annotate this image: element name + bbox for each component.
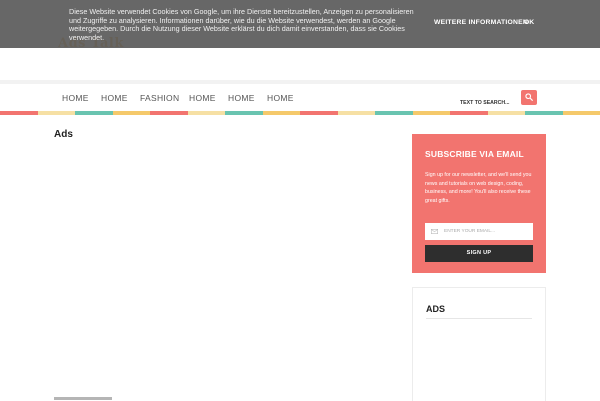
- cookie-ok-button[interactable]: OK: [524, 19, 534, 26]
- nav-item-fashion[interactable]: FASHION: [140, 93, 179, 103]
- stripe-segment: [150, 111, 188, 115]
- cookie-more-info-link[interactable]: WEITERE INFORMATIONEN: [434, 19, 528, 26]
- subscribe-widget: SUBSCRIBE VIA EMAIL Sign up for our news…: [412, 134, 546, 273]
- cookie-consent-bar: Diese Website verwendet Cookies von Goog…: [0, 0, 600, 48]
- search-box: [460, 91, 516, 103]
- subscribe-description: Sign up for our newsletter, and we'll se…: [425, 171, 537, 205]
- stripe-segment: [38, 111, 76, 115]
- nav-item-home-5[interactable]: HOME: [267, 93, 294, 103]
- stripe-segment: [413, 111, 451, 115]
- cookie-notice-text: Diese Website verwendet Cookies von Goog…: [69, 8, 419, 43]
- email-field-wrapper: [425, 223, 533, 240]
- stripe-segment: [450, 111, 488, 115]
- stripe-segment: [225, 111, 263, 115]
- search-button[interactable]: [521, 90, 537, 105]
- stripe-segment: [75, 111, 113, 115]
- search-input[interactable]: [460, 97, 516, 109]
- stripe-segment: [300, 111, 338, 115]
- subscribe-title: SUBSCRIBE VIA EMAIL: [425, 149, 524, 159]
- ads-widget-title: ADS: [426, 304, 445, 314]
- stripe-segment: [488, 111, 526, 115]
- page-title: Ads: [54, 129, 73, 140]
- decorative-stripe-band: [0, 111, 600, 115]
- stripe-segment: [0, 111, 38, 115]
- stripe-segment: [563, 111, 600, 115]
- ads-widget-divider: [426, 318, 532, 319]
- stripe-segment: [263, 111, 301, 115]
- stripe-segment: [375, 111, 413, 115]
- stripe-segment: [113, 111, 151, 115]
- nav-item-home-1[interactable]: HOME: [62, 93, 89, 103]
- stripe-segment: [525, 111, 563, 115]
- envelope-icon: [431, 229, 438, 234]
- nav-item-home-2[interactable]: HOME: [101, 93, 128, 103]
- stripe-segment: [338, 111, 376, 115]
- stripe-segment: [188, 111, 226, 115]
- nav-item-home-4[interactable]: HOME: [228, 93, 255, 103]
- search-icon: [525, 93, 533, 101]
- nav-item-home-3[interactable]: HOME: [189, 93, 216, 103]
- sign-up-button[interactable]: SIGN UP: [425, 245, 533, 262]
- ads-widget: ADS: [412, 287, 546, 401]
- email-field[interactable]: [444, 225, 530, 238]
